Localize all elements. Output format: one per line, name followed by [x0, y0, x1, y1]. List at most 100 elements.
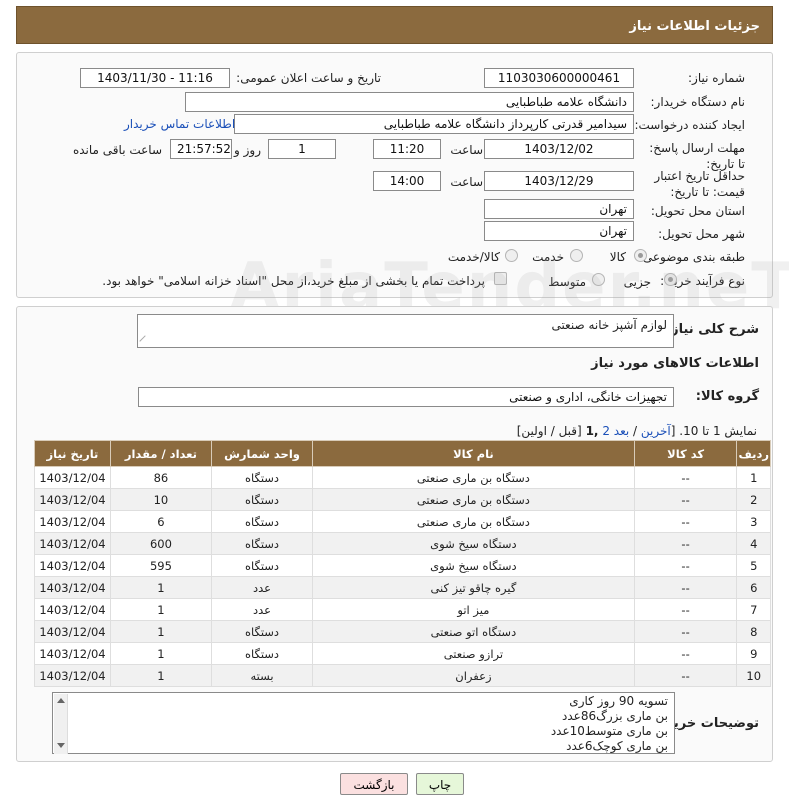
cell-date: 1403/12/04	[34, 554, 111, 577]
cell-date: 1403/12/04	[34, 664, 111, 687]
notes-scrollbar[interactable]	[54, 694, 68, 754]
description-label: شرح کلی نیاز:	[665, 322, 759, 337]
buyer-contact-link[interactable]: اطلاعات تماس خریدار	[124, 117, 235, 131]
cell-name: دستگاه سیخ شوی	[312, 532, 635, 555]
province-field: تهران	[484, 199, 634, 219]
page-header: جزئیات اطلاعات نیاز	[16, 6, 773, 44]
cell-unit: دستگاه	[210, 510, 314, 533]
col-date-header: تاریخ نیاز	[34, 440, 111, 467]
table-row: 3 -- دستگاه بن ماری صنعتی دستگاه 6 1403/12/04	[34, 510, 771, 533]
pagination-last-link[interactable]: آخرین	[641, 424, 671, 438]
cell-code: --	[633, 620, 738, 643]
cell-name: میز اتو	[312, 598, 635, 621]
pagination-next-link[interactable]: بعد	[614, 424, 629, 438]
col-unit-header: واحد شمارش	[210, 440, 314, 467]
pagination-page-1: 1	[585, 424, 594, 438]
cell-row-number: 9	[736, 642, 771, 665]
goods-group-label: گروه کالا:	[695, 389, 759, 404]
description-text: لوازم آشپز خانه صنعتی	[551, 318, 667, 332]
cell-code: --	[633, 488, 738, 511]
scroll-down-icon[interactable]	[56, 743, 65, 748]
pagination-prefix: نمایش 1 تا 10. [	[670, 424, 757, 438]
cell-date: 1403/12/04	[34, 620, 111, 643]
table-row: 4 -- دستگاه سیخ شوی دستگاه 600 1403/12/04	[34, 532, 771, 555]
cell-name: دستگاه بن ماری صنعتی	[312, 488, 635, 511]
cell-date: 1403/12/04	[34, 488, 111, 511]
cell-unit: دستگاه	[210, 466, 314, 489]
cell-date: 1403/12/04	[34, 642, 111, 665]
cell-quantity: 595	[109, 554, 212, 577]
page-title: جزئیات اطلاعات نیاز	[629, 19, 760, 34]
print-button[interactable]: چاپ	[416, 773, 464, 795]
cell-unit: عدد	[210, 598, 314, 621]
cell-date: 1403/12/04	[34, 598, 111, 621]
table-row: 5 -- دستگاه سیخ شوی دستگاه 595 1403/12/04	[34, 554, 771, 577]
creator-field: سیدامیر قدرتی کارپرداز دانشگاه علامه طبا…	[234, 114, 634, 134]
cell-name: ترازو صنعتی	[312, 642, 635, 665]
cell-date: 1403/12/04	[34, 510, 111, 533]
col-code-header: کد کالا	[633, 440, 738, 467]
buyer-note-line: بن ماری بزرگ86عدد	[562, 709, 668, 723]
cell-name: دستگاه بن ماری صنعتی	[312, 510, 635, 533]
validity-date-field: 1403/12/29	[484, 171, 634, 191]
table-row: 10 -- زعفران بسته 1 1403/12/04	[34, 664, 771, 687]
cell-quantity: 1	[109, 620, 212, 643]
cell-row-number: 3	[736, 510, 771, 533]
cell-code: --	[633, 664, 738, 687]
need-number-field: 1103030600000461	[484, 68, 634, 88]
need-number-label: شماره نیاز:	[688, 71, 745, 85]
cell-quantity: 1	[109, 664, 212, 687]
cell-unit: دستگاه	[210, 532, 314, 555]
buyer-note-line: بن ماری متوسط10عدد	[550, 724, 668, 738]
reply-time-label: ساعت	[450, 143, 483, 157]
cell-quantity: 1	[109, 642, 212, 665]
buyer-org-field: دانشگاه علامه طباطبایی	[185, 92, 634, 112]
cell-code: --	[633, 598, 738, 621]
cell-date: 1403/12/04	[34, 466, 111, 489]
validity-time-field: 14:00	[373, 171, 441, 191]
reply-date-field: 1403/12/02	[484, 139, 634, 159]
days-label: روز و	[234, 143, 261, 157]
cell-row-number: 1	[736, 466, 771, 489]
remaining-label: ساعت باقی مانده	[72, 143, 162, 157]
pagination-sep: /	[629, 424, 641, 438]
buyer-notes-textarea: تسویه 90 روز کاری بن ماری بزرگ86عدد بن م…	[52, 692, 675, 754]
scroll-up-icon[interactable]	[56, 698, 65, 703]
table-row: 9 -- ترازو صنعتی دستگاه 1 1403/12/04	[34, 642, 771, 665]
buyer-note-line: تسویه 90 روز کاری	[569, 694, 668, 708]
goods-info-title: اطلاعات کالاهای مورد نیاز	[591, 356, 759, 371]
cell-row-number: 5	[736, 554, 771, 577]
cell-quantity: 1	[109, 598, 212, 621]
description-textarea: لوازم آشپز خانه صنعتی	[137, 314, 674, 348]
cell-unit: دستگاه	[210, 554, 314, 577]
announce-label: تاریخ و ساعت اعلان عمومی:	[236, 71, 381, 85]
pagination: نمایش 1 تا 10. [آخرین / بعد 2 ,1 [قبل / …	[516, 424, 757, 438]
cell-code: --	[633, 642, 738, 665]
cell-quantity: 1	[109, 576, 212, 599]
cell-unit: دستگاه	[210, 620, 314, 643]
cell-unit: عدد	[210, 576, 314, 599]
reply-time-field: 11:20	[373, 139, 441, 159]
creator-label: ایجاد کننده درخواست:	[634, 118, 745, 132]
city-label: شهر محل تحویل:	[658, 227, 745, 241]
cell-row-number: 2	[736, 488, 771, 511]
col-row-header: ردیف	[736, 440, 771, 467]
cell-code: --	[633, 510, 738, 533]
cell-quantity: 600	[109, 532, 212, 555]
cell-code: --	[633, 532, 738, 555]
validity-label: حداقل تاریخ اعتبار قیمت: تا تاریخ:	[654, 169, 745, 199]
table-header-row: ردیف کد کالا نام کالا واحد شمارش تعداد /…	[34, 440, 771, 467]
pagination-page-2[interactable]: 2	[602, 424, 610, 438]
cell-name: دستگاه بن ماری صنعتی	[312, 466, 635, 489]
cell-row-number: 8	[736, 620, 771, 643]
back-button[interactable]: بازگشت	[340, 773, 408, 795]
table-row: 7 -- میز اتو عدد 1 1403/12/04	[34, 598, 771, 621]
table-row: 2 -- دستگاه بن ماری صنعتی دستگاه 10 1403/12/0…	[34, 488, 771, 511]
buyer-org-label: نام دستگاه خریدار:	[650, 95, 746, 109]
buyer-note-line: بن ماری کوچک6عدد	[566, 739, 668, 753]
resize-handle-icon	[139, 335, 151, 347]
goods-table: ردیف کد کالا نام کالا واحد شمارش تعداد /…	[34, 440, 771, 687]
cell-quantity: 86	[109, 466, 212, 489]
table-row: 6 -- گیره چاقو تیز کنی عدد 1 1403/12/04	[34, 576, 771, 599]
city-field: تهران	[484, 221, 634, 241]
